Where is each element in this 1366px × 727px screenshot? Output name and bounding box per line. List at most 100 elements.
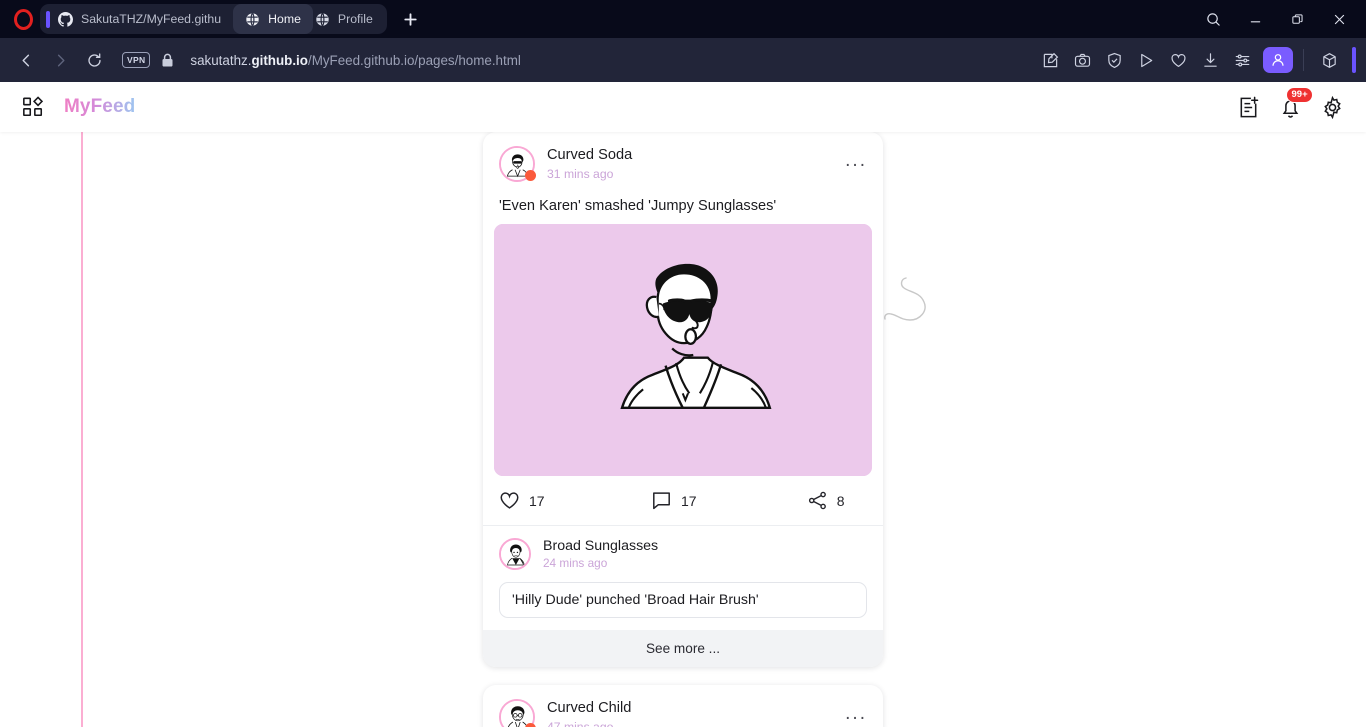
tab-label: Profile bbox=[337, 12, 373, 26]
navbar-actions bbox=[1035, 45, 1356, 75]
post-menu-button[interactable]: ... bbox=[845, 151, 867, 172]
post-author-block: Curved Soda 31 mins ago bbox=[547, 147, 632, 181]
tab-profile[interactable]: Profile bbox=[313, 4, 385, 34]
tab-search-button[interactable] bbox=[1192, 0, 1234, 38]
post-card: Curved Child 47 mins ago ... bbox=[483, 684, 883, 727]
notification-badge: 99+ bbox=[1286, 86, 1314, 103]
avatar[interactable] bbox=[499, 538, 531, 571]
post-header: Curved Child 47 mins ago ... bbox=[483, 685, 883, 727]
browser-window: SakutaTHZ/MyFeed.githu Home Profile VPN … bbox=[0, 0, 1366, 727]
grid-apps-icon[interactable] bbox=[22, 96, 44, 118]
send-icon[interactable] bbox=[1131, 45, 1161, 75]
avatar-bob-hair bbox=[501, 540, 529, 569]
decorative-swirl bbox=[884, 277, 926, 321]
edit-note-icon[interactable] bbox=[1035, 45, 1065, 75]
toolbar-divider bbox=[1303, 49, 1304, 71]
post-author-name: Curved Child bbox=[547, 699, 632, 716]
reload-button[interactable] bbox=[78, 44, 110, 76]
shield-check-icon[interactable] bbox=[1099, 45, 1129, 75]
close-button[interactable] bbox=[1318, 0, 1360, 38]
camera-snapshot-icon[interactable] bbox=[1067, 45, 1097, 75]
avatar[interactable] bbox=[499, 698, 536, 727]
see-more-button[interactable]: See more ... bbox=[483, 629, 883, 667]
tab-sakutathz-myfeed[interactable]: SakutaTHZ/MyFeed.githu bbox=[56, 4, 233, 34]
profile-button[interactable] bbox=[1263, 47, 1293, 73]
comment-author-block: Broad Sunglasses 24 mins ago bbox=[543, 538, 658, 571]
share-icon bbox=[808, 491, 826, 510]
tab-group: SakutaTHZ/MyFeed.githu Home Profile bbox=[40, 4, 387, 34]
app-header-actions: 99+ bbox=[1237, 86, 1344, 119]
github-icon bbox=[58, 11, 73, 27]
share-count: 8 bbox=[836, 492, 845, 509]
heart-icon[interactable] bbox=[1163, 45, 1193, 75]
maximize-button[interactable] bbox=[1276, 0, 1318, 38]
feed-area: Curved Soda 31 mins ago ... 'Even Karen'… bbox=[0, 132, 1366, 727]
opera-logo-icon bbox=[6, 0, 40, 38]
post-timestamp: 31 mins ago bbox=[547, 166, 614, 181]
post-card: Curved Soda 31 mins ago ... 'Even Karen'… bbox=[483, 132, 883, 667]
app-brand-title: MyFeed bbox=[64, 96, 136, 117]
vpn-badge[interactable]: VPN bbox=[122, 52, 151, 68]
url-subdomain: sakutathz. bbox=[190, 52, 252, 68]
tab-accent-bar bbox=[46, 10, 50, 28]
minimize-button[interactable] bbox=[1234, 0, 1276, 38]
post-author-block: Curved Child 47 mins ago bbox=[547, 700, 631, 727]
forward-button[interactable] bbox=[44, 44, 76, 76]
illustration-man-sunglasses bbox=[494, 224, 872, 476]
gear-icon[interactable] bbox=[1321, 95, 1344, 119]
minimize-icon bbox=[1250, 20, 1260, 22]
browser-tabstrip: SakutaTHZ/MyFeed.githu Home Profile bbox=[0, 0, 1366, 38]
browser-navbar: VPN sakutathz.github.io/MyFeed.github.io… bbox=[0, 38, 1366, 82]
online-status-dot bbox=[525, 722, 536, 727]
address-bar-url[interactable]: sakutathz.github.io/MyFeed.github.io/pag… bbox=[190, 53, 520, 68]
post-media[interactable] bbox=[494, 224, 872, 476]
settings-sliders-icon[interactable] bbox=[1227, 45, 1257, 75]
tab-label: Home bbox=[268, 12, 301, 26]
download-icon[interactable] bbox=[1195, 45, 1225, 75]
feed-column: Curved Soda 31 mins ago ... 'Even Karen'… bbox=[483, 132, 883, 727]
share-button[interactable]: 8 bbox=[744, 490, 867, 511]
avatar[interactable] bbox=[499, 146, 536, 182]
decorative-vertical-line bbox=[81, 132, 83, 727]
lock-icon bbox=[161, 53, 174, 68]
comment-header: Broad Sunglasses 24 mins ago bbox=[499, 538, 867, 571]
reload-icon bbox=[87, 52, 101, 67]
search-icon bbox=[1206, 12, 1220, 26]
comment-text[interactable]: 'Hilly Dude' punched 'Broad Hair Brush' bbox=[499, 581, 867, 618]
close-icon bbox=[1334, 14, 1344, 24]
post-comment: Broad Sunglasses 24 mins ago 'Hilly Dude… bbox=[483, 526, 883, 618]
tab-home[interactable]: Home bbox=[233, 4, 313, 34]
globe-icon bbox=[316, 12, 329, 26]
forward-icon bbox=[57, 54, 65, 66]
url-path: /MyFeed.github.io/pages/home.html bbox=[307, 52, 521, 68]
post-text: 'Even Karen' smashed 'Jumpy Sunglasses' bbox=[499, 198, 777, 214]
post-actions: 17 17 8 bbox=[483, 476, 883, 526]
post-header: Curved Soda 31 mins ago ... bbox=[483, 132, 883, 186]
notifications-button[interactable]: 99+ bbox=[1279, 86, 1314, 119]
post-author-name: Curved Soda bbox=[547, 147, 633, 164]
globe-icon bbox=[246, 12, 259, 26]
plus-icon bbox=[404, 12, 417, 26]
maximize-icon bbox=[1291, 13, 1303, 24]
like-count: 17 bbox=[529, 492, 545, 509]
page-viewport: MyFeed 99+ Curved Soda 31 mins ago ... '… bbox=[0, 82, 1366, 727]
url-domain: github.io bbox=[251, 52, 308, 68]
comment-icon bbox=[653, 492, 670, 510]
post-timestamp: 47 mins ago bbox=[547, 719, 614, 727]
back-icon bbox=[21, 54, 29, 66]
post-menu-button[interactable]: ... bbox=[845, 704, 867, 725]
comment-button[interactable]: 17 bbox=[622, 490, 745, 511]
sidebar-accent-strip bbox=[1352, 47, 1356, 73]
heart-icon bbox=[500, 492, 519, 509]
app-header: MyFeed 99+ bbox=[0, 82, 1366, 132]
new-tab-button[interactable] bbox=[397, 5, 425, 33]
new-post-icon[interactable] bbox=[1237, 96, 1260, 119]
back-button[interactable] bbox=[10, 44, 42, 76]
tab-label: SakutaTHZ/MyFeed.githu bbox=[81, 12, 222, 26]
window-controls bbox=[1192, 0, 1360, 38]
comment-author-name: Broad Sunglasses bbox=[543, 538, 659, 554]
comment-timestamp: 24 mins ago bbox=[543, 556, 608, 571]
like-button[interactable]: 17 bbox=[499, 490, 622, 511]
extensions-cube-icon[interactable] bbox=[1314, 45, 1344, 75]
online-status-dot bbox=[525, 170, 536, 181]
